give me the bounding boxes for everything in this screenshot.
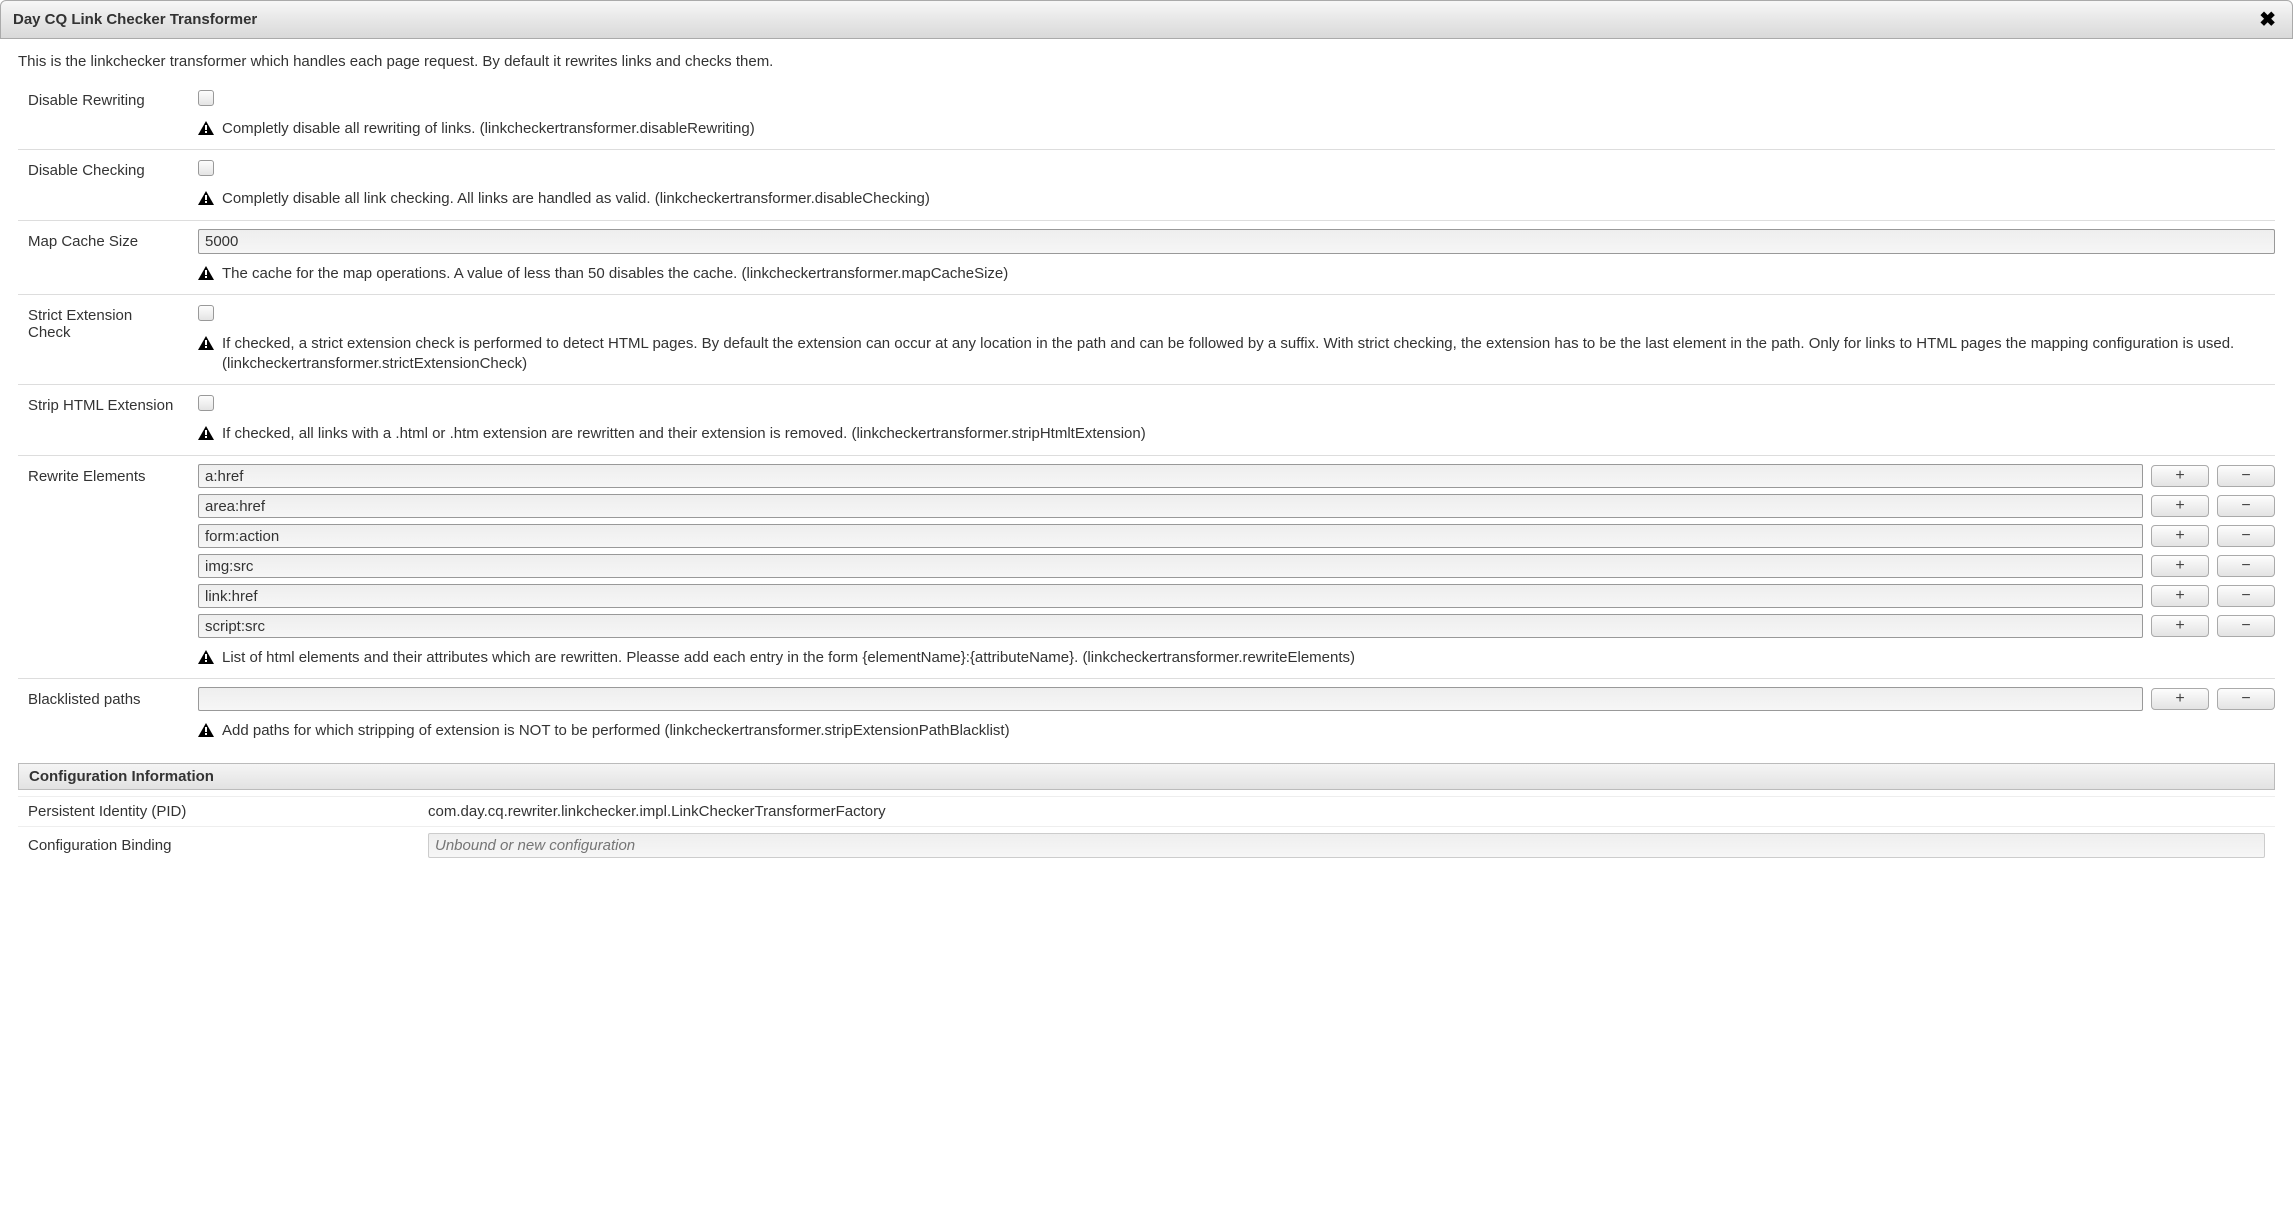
checkbox-disable-rewriting[interactable] xyxy=(198,90,214,106)
field-rewrite-elements: Rewrite Elements a:href+−area:href+−form… xyxy=(18,455,2275,678)
rewriteElements-input[interactable]: area:href xyxy=(198,494,2143,518)
rewriteElements-row: img:src +− xyxy=(198,554,2275,578)
dialog-titlebar: Day CQ Link Checker Transformer ✖ xyxy=(0,0,2293,39)
add-button[interactable]: + xyxy=(2151,525,2209,547)
label-blacklisted-paths: Blacklisted paths xyxy=(18,687,178,708)
checkbox-strict-extension-check[interactable] xyxy=(198,305,214,321)
warning-icon xyxy=(198,191,214,205)
hint-blacklistedPaths: Add paths for which stripping of extensi… xyxy=(198,717,2275,741)
warning-icon xyxy=(198,426,214,440)
close-icon[interactable]: ✖ xyxy=(2255,7,2280,32)
rewriteElements-input[interactable]: a:href xyxy=(198,464,2143,488)
add-button[interactable]: + xyxy=(2151,615,2209,637)
hint-strip-html-extension: If checked, all links with a .html or .h… xyxy=(198,420,2275,444)
remove-button[interactable]: − xyxy=(2217,525,2275,547)
remove-button[interactable]: − xyxy=(2217,495,2275,517)
input-binding[interactable] xyxy=(428,833,2265,858)
remove-button[interactable]: − xyxy=(2217,555,2275,577)
label-binding: Configuration Binding xyxy=(28,837,428,854)
input-map-cache-size[interactable] xyxy=(198,229,2275,254)
field-disable-checking: Disable Checking Completly disable all l… xyxy=(18,149,2275,219)
rewriteElements-input[interactable]: script:src xyxy=(198,614,2143,638)
rewriteElements-input[interactable]: form:action xyxy=(198,524,2143,548)
config-info-header: Configuration Information xyxy=(18,763,2275,790)
fields-container: Disable Rewriting Completly disable all … xyxy=(0,80,2293,864)
label-rewrite-elements: Rewrite Elements xyxy=(18,464,178,485)
label-disable-rewriting: Disable Rewriting xyxy=(18,88,178,109)
rewriteElements-row: script:src +− xyxy=(198,614,2275,638)
blacklistedPaths-row: +− xyxy=(198,687,2275,711)
field-disable-rewriting: Disable Rewriting Completly disable all … xyxy=(18,80,2275,149)
add-button[interactable]: + xyxy=(2151,465,2209,487)
label-pid: Persistent Identity (PID) xyxy=(28,803,428,820)
rewriteElements-input[interactable]: link:href xyxy=(198,584,2143,608)
checkbox-disable-checking[interactable] xyxy=(198,160,214,176)
label-map-cache-size: Map Cache Size xyxy=(18,229,178,250)
label-strict-extension-check: Strict Extension Check xyxy=(18,303,178,341)
remove-button[interactable]: − xyxy=(2217,585,2275,607)
rewriteElements-row: a:href +− xyxy=(198,464,2275,488)
value-pid: com.day.cq.rewriter.linkchecker.impl.Lin… xyxy=(428,803,2265,820)
hint-disable-checking: Completly disable all link checking. All… xyxy=(198,185,2275,209)
warning-icon xyxy=(198,336,214,350)
rewriteElements-row: form:action +− xyxy=(198,524,2275,548)
blacklistedPaths-input[interactable] xyxy=(198,687,2143,711)
config-dialog: Day CQ Link Checker Transformer ✖ This i… xyxy=(0,0,2293,864)
warning-icon xyxy=(198,650,214,664)
add-button[interactable]: + xyxy=(2151,555,2209,577)
dialog-title: Day CQ Link Checker Transformer xyxy=(13,11,257,28)
remove-button[interactable]: − xyxy=(2217,465,2275,487)
hint-disable-rewriting: Completly disable all rewriting of links… xyxy=(198,115,2275,139)
remove-button[interactable]: − xyxy=(2217,688,2275,710)
field-strip-html-extension: Strip HTML Extension If checked, all lin… xyxy=(18,384,2275,454)
warning-icon xyxy=(198,121,214,135)
add-button[interactable]: + xyxy=(2151,585,2209,607)
rewriteElements-row: area:href +− xyxy=(198,494,2275,518)
row-binding: Configuration Binding xyxy=(18,826,2275,864)
field-map-cache-size: Map Cache Size The cache for the map ope… xyxy=(18,220,2275,294)
hint-rewriteElements: List of html elements and their attribut… xyxy=(198,644,2275,668)
field-strict-extension-check: Strict Extension Check If checked, a str… xyxy=(18,294,2275,385)
add-button[interactable]: + xyxy=(2151,495,2209,517)
rewriteElements-input[interactable]: img:src xyxy=(198,554,2143,578)
dialog-description: This is the linkchecker transformer whic… xyxy=(0,39,2293,80)
row-pid: Persistent Identity (PID) com.day.cq.rew… xyxy=(18,796,2275,826)
config-info-table: Persistent Identity (PID) com.day.cq.rew… xyxy=(18,796,2275,864)
remove-button[interactable]: − xyxy=(2217,615,2275,637)
warning-icon xyxy=(198,723,214,737)
field-blacklisted-paths: Blacklisted paths +− Add paths for which … xyxy=(18,678,2275,751)
hint-strict-extension-check: If checked, a strict extension check is … xyxy=(198,330,2275,375)
warning-icon xyxy=(198,266,214,280)
label-disable-checking: Disable Checking xyxy=(18,158,178,179)
label-strip-html-extension: Strip HTML Extension xyxy=(18,393,178,414)
rewriteElements-row: link:href +− xyxy=(198,584,2275,608)
checkbox-strip-html-extension[interactable] xyxy=(198,395,214,411)
hint-map-cache-size: The cache for the map operations. A valu… xyxy=(198,260,2275,284)
add-button[interactable]: + xyxy=(2151,688,2209,710)
